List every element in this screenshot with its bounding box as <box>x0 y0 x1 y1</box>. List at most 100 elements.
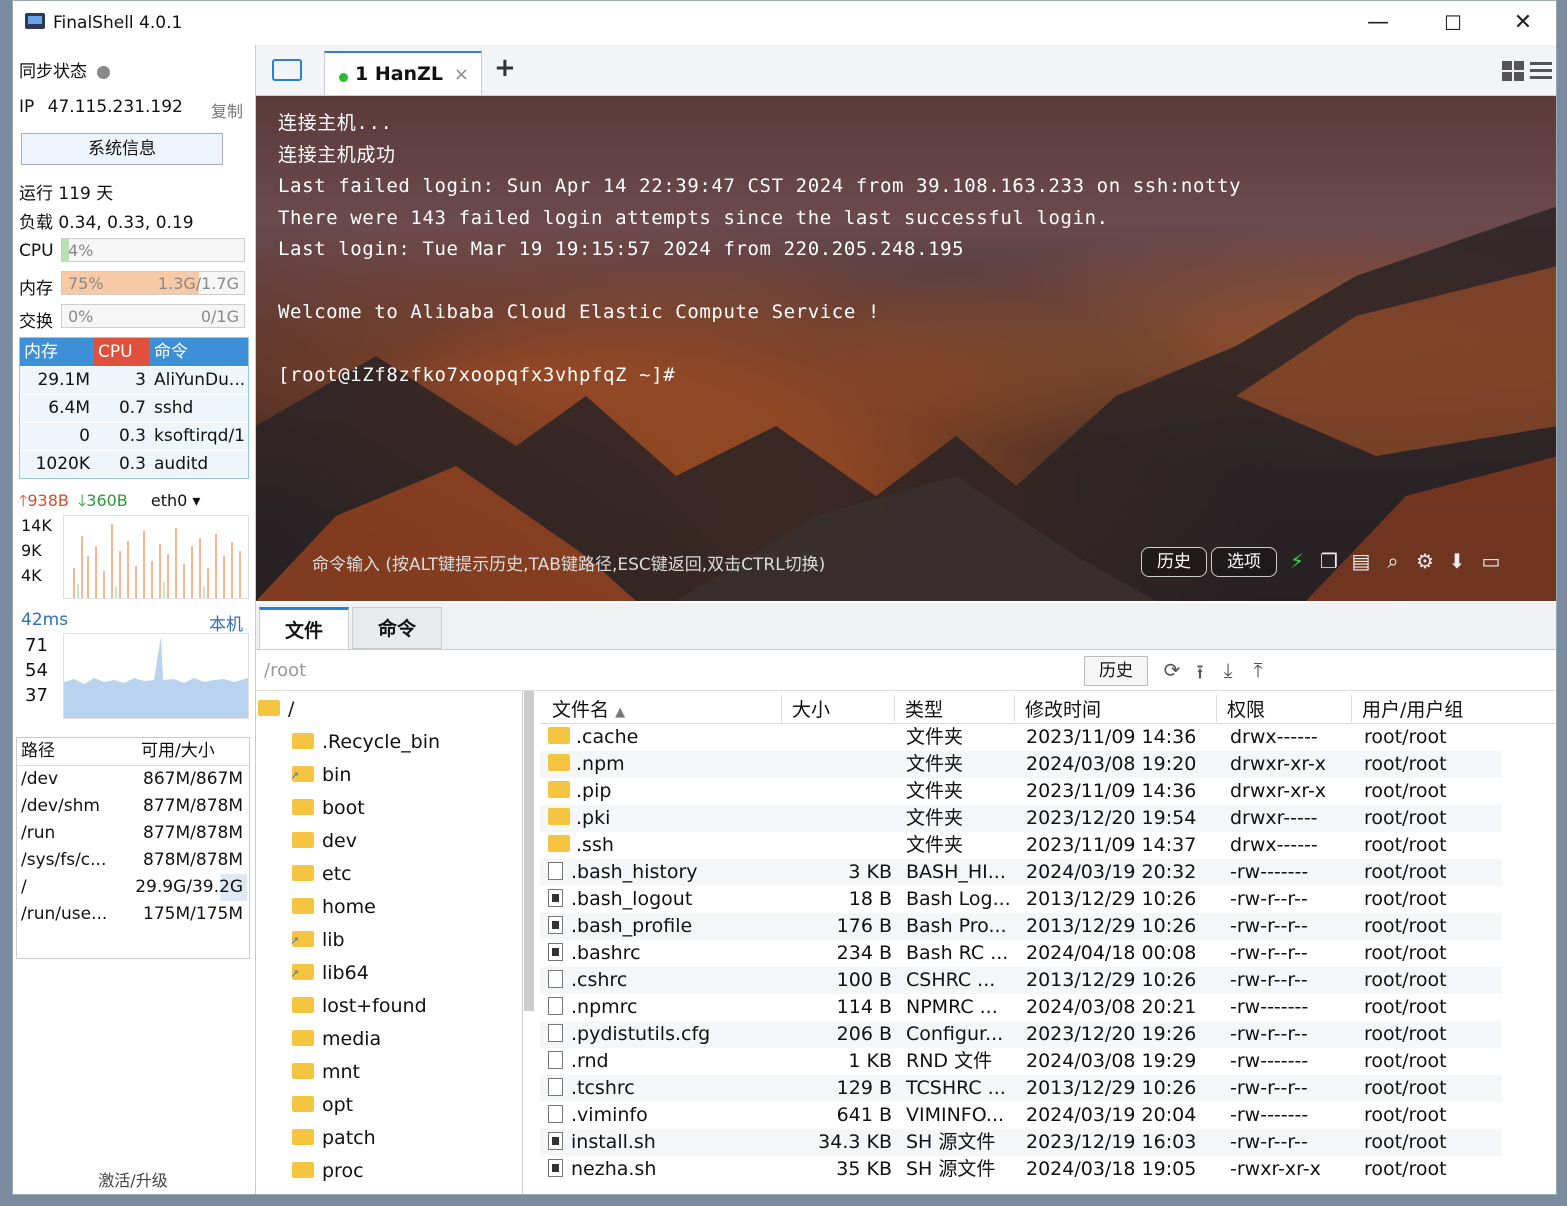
file-row[interactable]: .cache 文件夹 2023/11/09 14:36 drwx------ root/… <box>540 724 1502 751</box>
col-header-cpu[interactable]: CPU <box>94 338 150 366</box>
close-tab-icon[interactable]: × <box>454 64 469 85</box>
col-header-owner[interactable]: 用户/用户组 <box>1351 695 1463 722</box>
options-button[interactable]: 选项 <box>1211 547 1277 577</box>
search-icon[interactable]: ⌕ <box>1382 550 1404 572</box>
process-row[interactable]: 0 0.3 ksoftirqd/1 <box>20 422 248 450</box>
file-row[interactable]: .bash_logout 18 B Bash Log... 2013/12/29 10… <box>540 886 1502 913</box>
file-row[interactable]: .bashrc 234 B Bash RC ... 2024/04/18 00:08 -… <box>540 940 1502 967</box>
tree-node[interactable]: dev <box>292 825 357 858</box>
disk-row[interactable]: /dev/shm 877M/878M <box>17 793 249 820</box>
path-input[interactable]: /root <box>264 660 306 681</box>
history-button[interactable]: 历史 <box>1141 547 1207 577</box>
ping-target[interactable]: 本机 <box>209 610 243 635</box>
disk-row[interactable]: /run/use... 175M/175M <box>17 901 249 928</box>
sync-status-dot-icon <box>97 65 110 79</box>
copy-icon[interactable]: ❐ <box>1318 550 1340 572</box>
session-tab[interactable]: 1 HanZL × <box>324 51 482 95</box>
download-icon[interactable]: ⤓ <box>1216 658 1240 682</box>
tree-scrollbar[interactable] <box>524 691 534 1011</box>
tree-node[interactable]: home <box>292 891 376 924</box>
file-name: .bash_history <box>571 861 698 883</box>
file-row[interactable]: nezha.sh 35 KB SH 源文件 2024/03/18 19:05 -rwxr… <box>540 1156 1502 1183</box>
col-header-cmd[interactable]: 命令 <box>150 338 248 366</box>
command-input-hint[interactable]: 命令输入 (按ALT键提示历史,TAB键路径,ESC键返回,双击CTRL切换) <box>312 550 825 575</box>
col-header-type[interactable]: 类型 <box>894 695 943 722</box>
file-perm-cell: -rwxr-xr-x <box>1230 1158 1321 1180</box>
file-row[interactable]: .npmrc 114 B NPMRC ... 2024/03/08 20:21 -rw-… <box>540 994 1502 1021</box>
process-row[interactable]: 6.4M 0.7 sshd <box>20 394 248 422</box>
copy-ip-link[interactable]: 复制 <box>211 98 243 122</box>
col-header-permissions[interactable]: 权限 <box>1216 695 1265 722</box>
window-icon[interactable]: ▭ <box>1480 550 1502 572</box>
network-interface-select[interactable]: eth0 <box>151 491 187 510</box>
col-header-filename[interactable]: 文件名 ▲ <box>542 695 625 722</box>
col-header-path[interactable]: 路径 <box>17 738 127 765</box>
disk-row[interactable]: /dev 867M/867M <box>17 766 249 793</box>
tree-node[interactable]: patch <box>292 1122 376 1155</box>
scroll-down-icon[interactable]: ⬇ <box>1446 550 1468 572</box>
path-bar: /root 历史 ⟳ ⭱ ⤓ ⤒ <box>256 650 1556 691</box>
file-row[interactable]: .npm 文件夹 2024/03/08 19:20 drwxr-xr-x root/ro… <box>540 751 1502 778</box>
lightning-icon[interactable]: ⚡ <box>1286 550 1308 572</box>
tree-node[interactable]: proc <box>292 1155 364 1188</box>
paste-icon[interactable]: ▤ <box>1350 550 1372 572</box>
terminal[interactable]: 连接主机... 连接主机成功 Last failed login: Sun Ap… <box>256 96 1556 601</box>
file-row[interactable]: .bash_profile 176 B Bash Pro... 2013/12/29 … <box>540 913 1502 940</box>
gear-icon[interactable]: ⚙ <box>1414 550 1436 572</box>
tree-node-root[interactable]: / <box>258 693 294 726</box>
file-owner-cell: root/root <box>1364 1158 1447 1180</box>
process-row[interactable]: 1020K 0.3 auditd <box>20 450 248 478</box>
col-header-mem[interactable]: 内存 <box>20 338 94 366</box>
file-row[interactable]: .pip 文件夹 2023/11/09 14:36 drwxr-xr-x root/ro… <box>540 778 1502 805</box>
process-row[interactable]: 29.1M 3 AliYunDu... <box>20 366 248 394</box>
refresh-icon[interactable]: ⟳ <box>1160 658 1184 682</box>
file-row[interactable]: install.sh 34.3 KB SH 源文件 2023/12/19 16:03 -… <box>540 1129 1502 1156</box>
col-header-size[interactable]: 大小 <box>781 695 830 722</box>
tab-files[interactable]: 文件 <box>259 607 349 649</box>
disk-row[interactable]: /sys/fs/c... 878M/878M <box>17 847 249 874</box>
open-folder-icon[interactable] <box>272 59 302 81</box>
parent-dir-icon[interactable]: ⭱ <box>1188 658 1212 684</box>
tree-node[interactable]: opt <box>292 1089 353 1122</box>
disk-row[interactable]: / 29.9G/39.2G <box>17 874 249 901</box>
file-row[interactable]: .rnd 1 KB RND 文件 2024/03/08 19:29 -rw-------… <box>540 1048 1502 1075</box>
col-header-mtime[interactable]: 修改时间 <box>1014 695 1101 722</box>
proc-cpu: 0.3 <box>118 426 146 446</box>
file-row[interactable]: .tcshrc 129 B TCSHRC ... 2013/12/29 10:26 -r… <box>540 1075 1502 1102</box>
tree-node[interactable]: lost+found <box>292 990 427 1023</box>
disk-row[interactable]: /run 877M/878M <box>17 820 249 847</box>
tree-node[interactable]: bin <box>290 759 351 792</box>
file-row[interactable]: .ssh 文件夹 2023/11/09 14:37 drwx------ root/ro… <box>540 832 1502 859</box>
add-tab-button[interactable]: + <box>494 53 516 83</box>
tree-node[interactable]: media <box>292 1023 381 1056</box>
disk-header: 路径 可用/大小 <box>17 738 249 766</box>
file-type-cell: VIMINFO... <box>906 1104 1005 1126</box>
path-history-button[interactable]: 历史 <box>1084 656 1148 686</box>
tree-node[interactable]: lib64 <box>290 957 369 990</box>
menu-icon[interactable] <box>1530 61 1552 81</box>
activate-upgrade-link[interactable]: 激活/升级 <box>13 1167 253 1191</box>
tab-commands[interactable]: 命令 <box>352 607 442 649</box>
layout-grid-icon[interactable] <box>1502 61 1524 81</box>
file-size-cell: 641 B <box>836 1104 892 1126</box>
file-row[interactable]: .cshrc 100 B CSHRC ... 2013/12/29 10:26 -rw-… <box>540 967 1502 994</box>
close-button[interactable]: ✕ <box>1503 9 1543 37</box>
col-header-size[interactable]: 可用/大小 <box>127 738 247 765</box>
maximize-button[interactable]: ☐ <box>1433 9 1473 37</box>
file-row[interactable]: .pydistutils.cfg 206 B Configur... 2023/12/… <box>540 1021 1502 1048</box>
minimize-button[interactable]: — <box>1358 9 1398 37</box>
file-perm-cell: drwxr----- <box>1230 807 1318 829</box>
chevron-down-icon[interactable]: ▾ <box>187 491 200 510</box>
file-row[interactable]: .viminfo 641 B VIMINFO... 2024/03/19 20:04 -… <box>540 1102 1502 1129</box>
file-row[interactable]: .bash_history 3 KB BASH_HI... 2024/03/19 20… <box>540 859 1502 886</box>
tree-node[interactable]: lib <box>290 924 345 957</box>
command-input-bar[interactable]: 命令输入 (按ALT键提示历史,TAB键路径,ESC键返回,双击CTRL切换) … <box>256 536 1556 586</box>
system-info-button[interactable]: 系统信息 <box>21 133 223 165</box>
tree-node[interactable]: mnt <box>292 1056 360 1089</box>
upload-icon[interactable]: ⤒ <box>1246 658 1270 682</box>
file-row[interactable]: .pki 文件夹 2023/12/20 19:54 drwxr----- root/ro… <box>540 805 1502 832</box>
tree-node[interactable]: boot <box>292 792 365 825</box>
tree-node[interactable]: .Recycle_bin <box>292 726 440 759</box>
tree-node[interactable]: etc <box>292 858 352 891</box>
file-perm-cell: -rw-r--r-- <box>1230 969 1308 991</box>
